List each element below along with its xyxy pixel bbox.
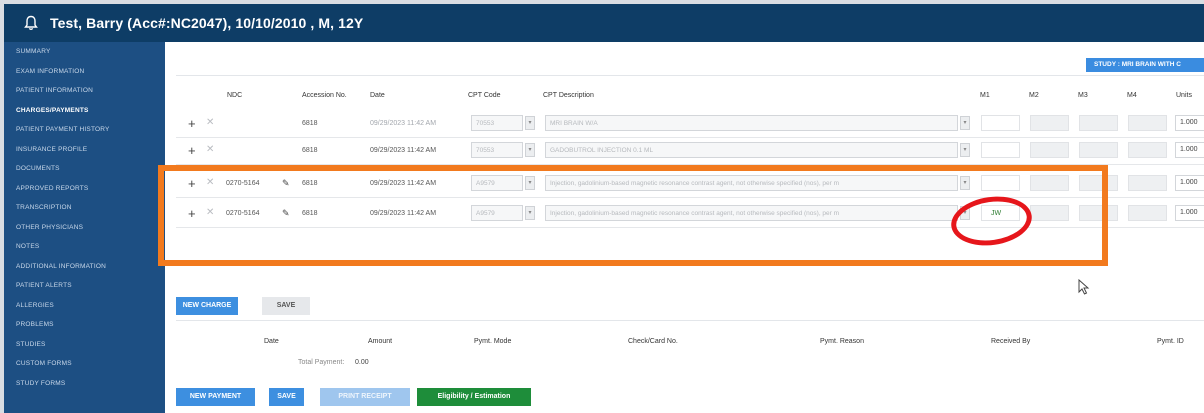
cpt-code-input[interactable]: 70553 [471,115,523,131]
new-payment-button[interactable]: NEW PAYMENT [176,388,255,406]
m4-input[interactable] [1128,175,1167,191]
divider [176,320,1204,321]
cpt-code-input[interactable]: 70553 [471,142,523,158]
add-row-icon[interactable]: + [188,143,196,158]
col-header-received-by: Received By [991,338,1031,345]
col-header-m3: M3 [1078,92,1088,99]
sidebar-item-studies[interactable]: Studies [4,335,165,355]
delete-row-icon[interactable]: ✕ [206,144,214,155]
bell-icon[interactable] [24,15,38,31]
new-charge-button[interactable]: NEW CHARGE [176,297,238,315]
sidebar-item-problems[interactable]: Problems [4,315,165,335]
m1-input[interactable] [981,115,1020,131]
patient-details: (Acc#:NC2047), 10/10/2010 , M, 12Y [127,15,364,31]
col-header-m2: M2 [1029,92,1039,99]
units-input[interactable]: 1.000 [1175,142,1204,158]
col-header-payment-mode: Pymt. Mode [474,338,512,345]
app-window: Test, Barry (Acc#:NC2047), 10/10/2010 , … [4,4,1204,413]
units-input[interactable]: 1.000 [1175,115,1204,131]
m2-input[interactable] [1030,142,1069,158]
total-payment-value: 0.00 [355,359,369,366]
sidebar-item-summary[interactable]: Summary [4,42,165,62]
m4-input[interactable] [1128,205,1167,221]
accession-cell: 6818 [302,147,318,154]
sidebar-item-allergies[interactable]: Allergies [4,296,165,316]
mouse-cursor-icon [1078,279,1090,295]
date-cell: 09/29/2023 11:42 AM [370,147,437,154]
sidebar-item-additional-information[interactable]: Additional Information [4,257,165,277]
charge-row: + ✕ 6818 09/29/2023 11:42 AM 70553 ▾ MRI… [176,111,1204,138]
sidebar-item-patient-alerts[interactable]: Patient Alerts [4,276,165,296]
add-row-icon[interactable]: + [188,116,196,131]
accession-cell: 6818 [302,120,318,127]
print-receipt-button[interactable]: PRINT RECEIPT [320,388,410,406]
sidebar-item-notes[interactable]: Notes [4,237,165,257]
units-input[interactable]: 1.000 [1175,205,1204,221]
col-header-accession: Accession No. [302,92,347,99]
save-payment-button[interactable]: SAVE [269,388,304,406]
sidebar: Summary Exam Information Patient Informa… [4,42,165,413]
m4-input[interactable] [1128,115,1167,131]
m4-input[interactable] [1128,142,1167,158]
cpt-code-dropdown-toggle[interactable]: ▾ [525,143,535,157]
sidebar-item-study-forms[interactable]: Study Forms [4,374,165,394]
col-header-m4: M4 [1127,92,1137,99]
m2-input[interactable] [1030,115,1069,131]
sidebar-item-patient-information[interactable]: Patient Information [4,81,165,101]
col-header-check-card: Check/Card No. [628,338,678,345]
delete-row-icon[interactable]: ✕ [206,117,214,128]
m3-input[interactable] [1079,115,1118,131]
m3-input[interactable] [1079,142,1118,158]
save-charges-button[interactable]: SAVE [262,297,310,315]
charge-row: + ✕ 6818 09/29/2023 11:42 AM 70553 ▾ GAD… [176,138,1204,165]
cpt-description-input[interactable]: MRI BRAIN W/A [545,115,958,131]
eligibility-estimation-button[interactable]: Eligibility / Estimation [417,388,531,406]
col-header-payment-date: Date [264,338,279,345]
cpt-description-dropdown-toggle[interactable]: ▾ [960,116,970,130]
col-header-units: Units [1176,92,1192,99]
patient-name: Test, Barry [50,15,124,31]
col-header-cpt-description: CPT Description [543,92,594,99]
sidebar-item-charges-payments[interactable]: Charges/Payments [4,101,165,121]
col-header-payment-id: Pymt. ID [1157,338,1184,345]
sidebar-item-exam-information[interactable]: Exam Information [4,62,165,82]
sidebar-item-approved-reports[interactable]: Approved Reports [4,179,165,199]
sidebar-item-other-physicians[interactable]: Other Physicians [4,218,165,238]
col-header-ndc: NDC [227,92,243,99]
col-header-amount: Amount [368,338,393,345]
cpt-description-dropdown-toggle[interactable]: ▾ [960,143,970,157]
cpt-description-input[interactable]: GADOBUTROL INJECTION 0.1 ML [545,142,958,158]
sidebar-item-documents[interactable]: Documents [4,159,165,179]
patient-header: Test, Barry (Acc#:NC2047), 10/10/2010 , … [4,4,1204,42]
total-payment-label: Total Payment: [298,359,345,366]
col-header-m1: M1 [980,92,990,99]
col-header-payment-reason: Pymt. Reason [820,338,864,345]
sidebar-item-patient-payment-history[interactable]: Patient Payment History [4,120,165,140]
col-header-cpt-code: CPT Code [468,92,501,99]
sidebar-item-insurance-profile[interactable]: Insurance Profile [4,140,165,160]
m1-input[interactable] [981,142,1020,158]
col-header-date: Date [370,92,385,99]
sidebar-item-transcription[interactable]: Transcription [4,198,165,218]
units-input[interactable]: 1.000 [1175,175,1204,191]
divider [176,75,1204,76]
cpt-code-dropdown-toggle[interactable]: ▾ [525,116,535,130]
study-badge: STUDY : MRI BRAIN WITH C [1086,58,1204,72]
date-cell: 09/29/2023 11:42 AM [370,120,437,127]
sidebar-item-custom-forms[interactable]: Custom Forms [4,354,165,374]
